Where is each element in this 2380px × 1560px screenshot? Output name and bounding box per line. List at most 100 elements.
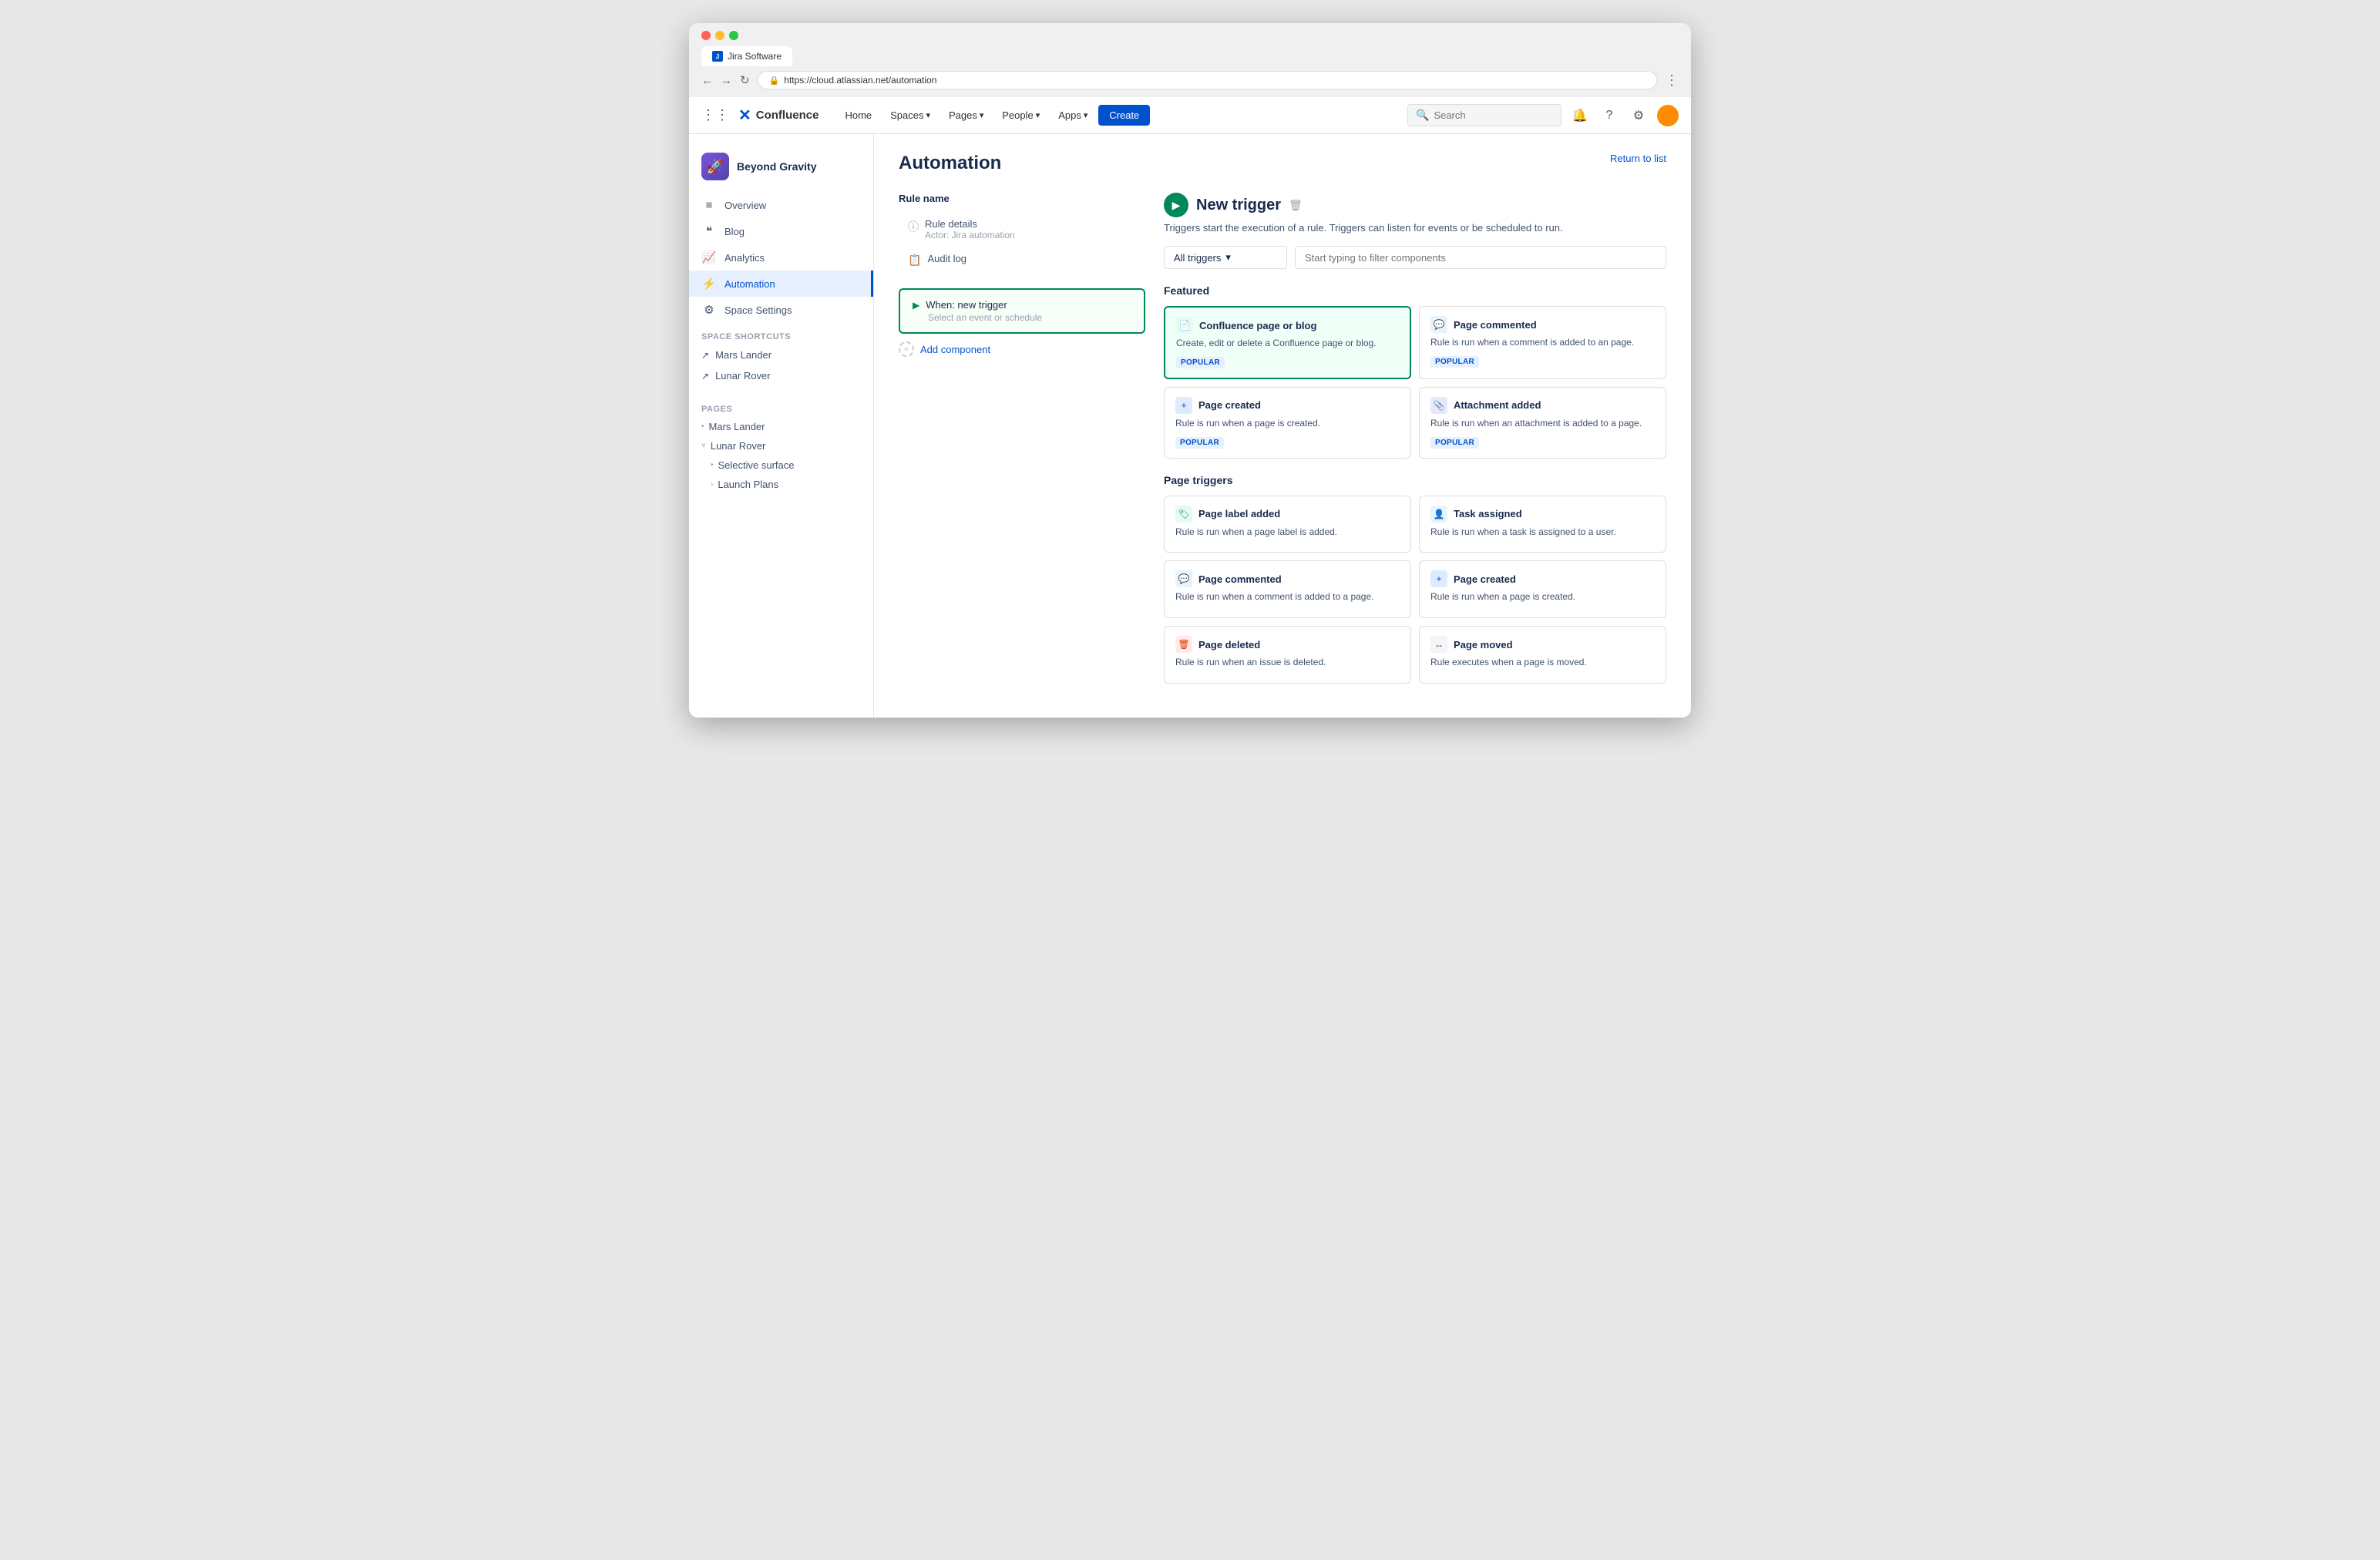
add-component-link[interactable]: + Add component	[899, 334, 1145, 365]
nav-home[interactable]: Home	[837, 106, 879, 124]
space-settings-icon: ⚙	[701, 303, 717, 317]
sidebar-item-analytics[interactable]: 📈 Analytics	[689, 244, 873, 271]
page-launch-plans[interactable]: › Launch Plans	[689, 475, 873, 494]
trigger-card-confluence-page[interactable]: 📄 Confluence page or blog Create, edit o…	[1164, 306, 1411, 379]
rule-details-item[interactable]: ⓘ Rule details Actor: Jira automation	[899, 212, 1145, 247]
space-name: Beyond Gravity	[737, 160, 816, 173]
popular-badge-4: POPULAR	[1430, 437, 1479, 449]
all-triggers-dropdown[interactable]: All triggers ▾	[1164, 246, 1287, 269]
topnav-right: 🔍 / 🔔 ? ⚙	[1407, 104, 1679, 126]
audit-log-item[interactable]: 📋 Audit log	[899, 247, 1145, 273]
address-input[interactable]: 🔒 https://cloud.atlassian.net/automation	[758, 71, 1657, 89]
shortcut-label: Mars Lander	[715, 349, 771, 361]
new-trigger-play-icon: ▶	[1164, 193, 1188, 217]
page-triggers-section: Page triggers 🏷 Page label added Rule is…	[1164, 474, 1666, 684]
shortcut-icon: ↗	[701, 350, 709, 361]
confluence-icon: ✕	[738, 106, 751, 125]
audit-log-icon: 📋	[908, 254, 921, 267]
browser-chrome: J Jira Software	[689, 23, 1691, 66]
shortcut-lunar-rover[interactable]: ↗ Lunar Rover	[689, 365, 873, 386]
trigger-card-page-commented[interactable]: 💬 Page commented Rule is run when a comm…	[1419, 306, 1666, 379]
space-settings-label: Space Settings	[724, 304, 792, 316]
more-options-button[interactable]: ⋮	[1665, 72, 1679, 89]
pages-title: PAGES	[689, 395, 873, 417]
page-mars-lander[interactable]: • Mars Lander	[689, 417, 873, 436]
sidebar-item-automation[interactable]: ⚡ Automation	[689, 271, 873, 297]
page-bullet: •	[701, 422, 704, 431]
card-title-4: Attachment added	[1454, 399, 1541, 411]
forward-button[interactable]: →	[721, 74, 732, 87]
automation-icon: ⚡	[701, 277, 717, 291]
card-icon-3: +	[1175, 397, 1192, 414]
sidebar-nav: ≡ Overview ❝ Blog 📈 Analytics ⚡ Automati…	[689, 193, 873, 323]
nav-apps[interactable]: Apps ▾	[1050, 106, 1095, 124]
featured-heading: Featured	[1164, 284, 1666, 297]
user-avatar[interactable]	[1657, 105, 1679, 126]
space-icon: 🚀	[701, 153, 729, 180]
page-bullet-2: •	[711, 461, 714, 469]
settings-icon[interactable]: ⚙	[1628, 105, 1649, 126]
trigger-delete-icon[interactable]: 🗑	[1289, 199, 1303, 212]
nav-people[interactable]: People ▾	[994, 106, 1047, 124]
trigger-card-page-moved[interactable]: ↔ Page moved Rule executes when a page i…	[1419, 626, 1666, 684]
card-desc-pt4: Rule is run when a page is created.	[1430, 590, 1655, 603]
help-icon[interactable]: ?	[1598, 105, 1620, 126]
filter-components-input[interactable]	[1295, 246, 1666, 269]
refresh-button[interactable]: ↻	[740, 73, 750, 87]
minimize-button[interactable]	[715, 31, 724, 40]
trigger-card-page-created[interactable]: + Page created Rule is run when a page i…	[1164, 387, 1411, 459]
card-desc-pt3: Rule is run when a comment is added to a…	[1175, 590, 1400, 603]
popular-badge-3: POPULAR	[1175, 437, 1224, 449]
rule-section-title: Rule name	[899, 193, 1145, 204]
trigger-description: Triggers start the execution of a rule. …	[1164, 222, 1666, 234]
sidebar-item-blog[interactable]: ❝ Blog	[689, 218, 873, 244]
trigger-card-page-created-2[interactable]: + Page created Rule is run when a page i…	[1419, 560, 1666, 618]
page-chevron-2[interactable]: ›	[711, 480, 713, 489]
maximize-button[interactable]	[729, 31, 738, 40]
trigger-card-page-deleted[interactable]: 🗑 Page deleted Rule is run when an issue…	[1164, 626, 1411, 684]
tab-favicon: J	[712, 51, 723, 62]
card-desc-4: Rule is run when an attachment is added …	[1430, 417, 1655, 430]
search-input[interactable]	[1434, 109, 1569, 121]
trigger-play-icon: ▶	[913, 300, 919, 311]
trigger-card-task-assigned[interactable]: 👤 Task assigned Rule is run when a task …	[1419, 496, 1666, 553]
create-button[interactable]: Create	[1098, 105, 1150, 126]
card-title-3: Page created	[1198, 399, 1261, 411]
audit-log-label: Audit log	[927, 253, 966, 264]
grid-icon[interactable]: ⋮⋮	[701, 107, 729, 123]
rule-details-label: Rule details	[925, 218, 1015, 230]
return-to-list-link[interactable]: Return to list	[1610, 153, 1666, 164]
shortcut-mars-lander[interactable]: ↗ Mars Lander	[689, 345, 873, 365]
nav-pages[interactable]: Pages ▾	[941, 106, 991, 124]
featured-section: Featured 📄 Confluence page or blog Creat…	[1164, 284, 1666, 459]
trigger-box[interactable]: ▶ When: new trigger Select an event or s…	[899, 288, 1145, 334]
trigger-box-sub: Select an event or schedule	[913, 312, 1131, 323]
card-icon-pt3: 💬	[1175, 570, 1192, 587]
nav-spaces[interactable]: Spaces ▾	[882, 106, 938, 124]
trigger-card-page-label-added[interactable]: 🏷 Page label added Rule is run when a pa…	[1164, 496, 1411, 553]
page-selective-surface[interactable]: • Selective surface	[689, 456, 873, 475]
confluence-logo[interactable]: ✕ Confluence	[738, 106, 819, 125]
trigger-card-page-commented-2[interactable]: 💬 Page commented Rule is run when a comm…	[1164, 560, 1411, 618]
page-chevron[interactable]: ˅	[701, 442, 706, 450]
page-trigger-cards-grid: 🏷 Page label added Rule is run when a pa…	[1164, 496, 1666, 684]
back-button[interactable]: ←	[701, 74, 713, 87]
featured-cards-grid: 📄 Confluence page or blog Create, edit o…	[1164, 306, 1666, 459]
page-lunar-rover[interactable]: ˅ Lunar Rover	[689, 436, 873, 456]
card-header-pt6: ↔ Page moved	[1430, 636, 1655, 653]
search-box[interactable]: 🔍 /	[1407, 104, 1561, 126]
popular-badge-2: POPULAR	[1430, 356, 1479, 368]
browser-tab[interactable]: J Jira Software	[701, 46, 792, 66]
page-title: Automation	[899, 153, 1001, 174]
sidebar-item-space-settings[interactable]: ⚙ Space Settings	[689, 297, 873, 323]
card-title-2: Page commented	[1454, 319, 1537, 331]
shortcut-label-2: Lunar Rover	[715, 370, 771, 382]
trigger-card-attachment-added[interactable]: 📎 Attachment added Rule is run when an a…	[1419, 387, 1666, 459]
notifications-icon[interactable]: 🔔	[1569, 105, 1591, 126]
card-header-pt1: 🏷 Page label added	[1175, 506, 1400, 523]
blog-icon: ❝	[701, 224, 717, 238]
sidebar-item-overview[interactable]: ≡ Overview	[689, 193, 873, 218]
left-panel: Rule name ⓘ Rule details Actor: Jira aut…	[899, 193, 1145, 699]
card-icon-2: 💬	[1430, 316, 1447, 333]
close-button[interactable]	[701, 31, 711, 40]
